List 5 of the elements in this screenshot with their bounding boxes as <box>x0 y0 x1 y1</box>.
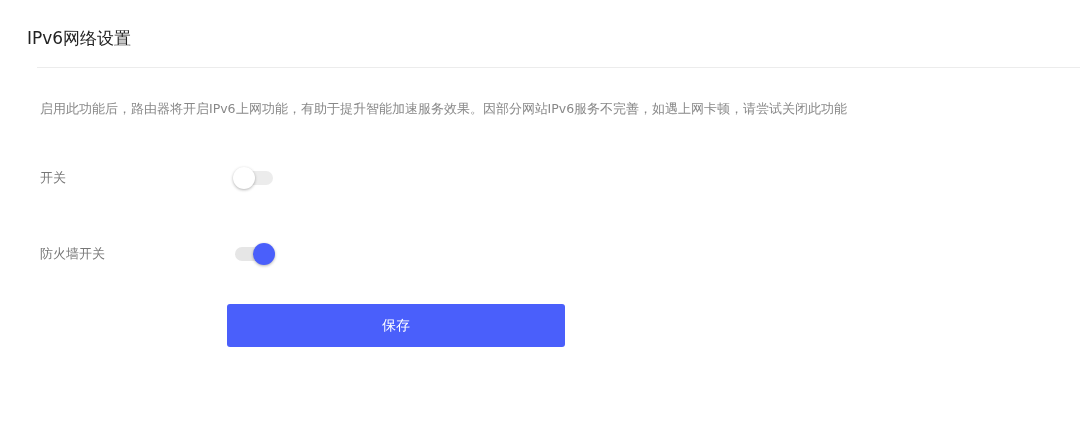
setting-label: 防火墙开关 <box>40 245 106 263</box>
save-button[interactable]: 保存 <box>227 304 565 347</box>
description-text: 启用此功能后，路由器将开启IPv6上网功能，有助于提升智能加速服务效果。因部分网站IPv6服务不完善，如遇上网卡顿，请尝试关闭此功能 <box>40 100 849 118</box>
page-title: IPv6网络设置 <box>27 27 133 50</box>
setting-label: 开关 <box>40 169 67 187</box>
